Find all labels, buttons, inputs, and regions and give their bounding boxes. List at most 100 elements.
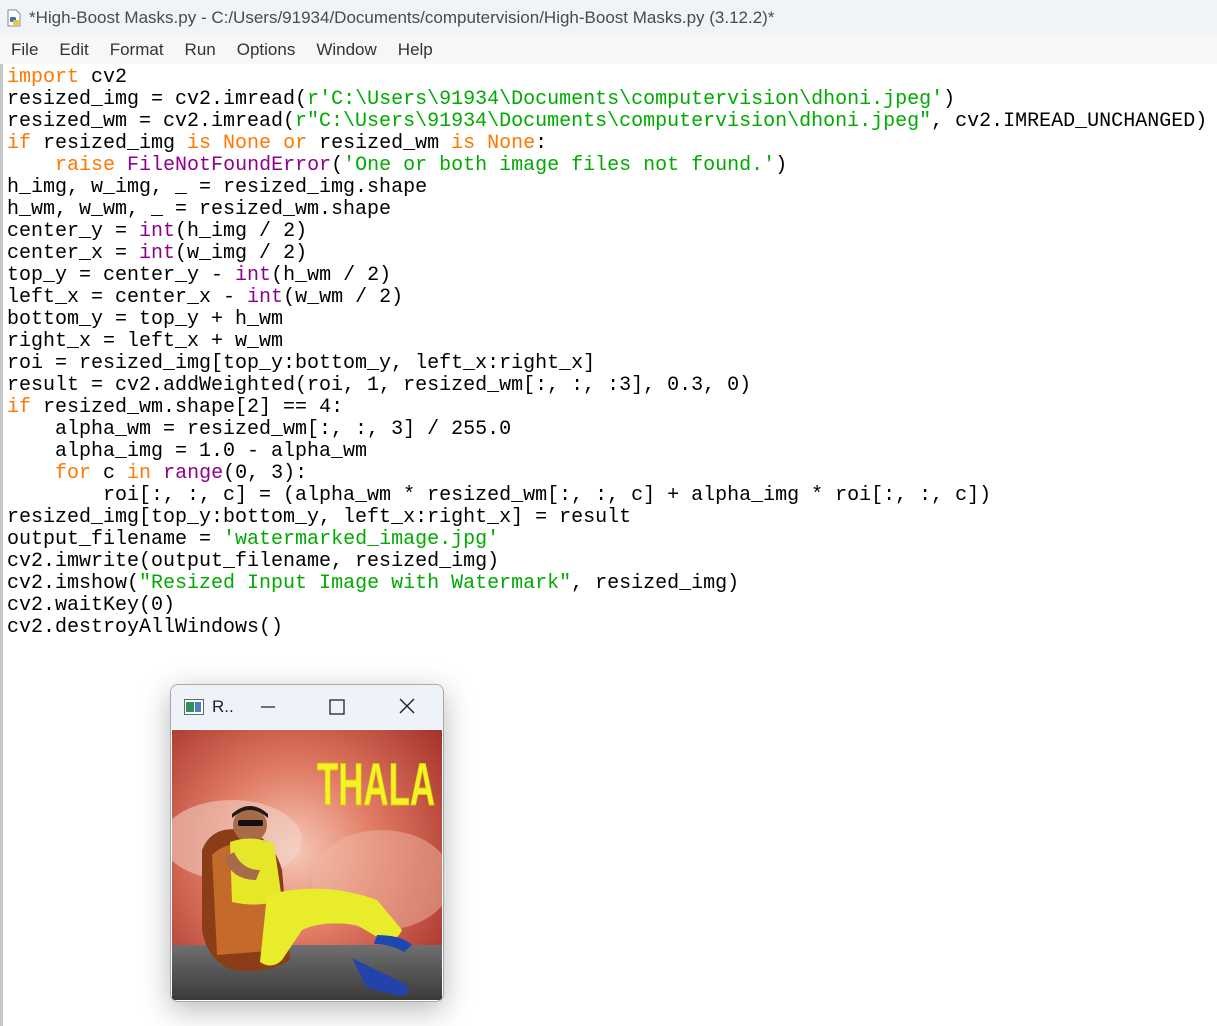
code-token: int (139, 242, 176, 265)
code-token: ( (331, 154, 344, 177)
opencv-image-window[interactable]: R.. THALA (170, 684, 444, 1002)
code-token: left_x = center_x - (7, 286, 248, 309)
menu-options[interactable]: Options (226, 40, 306, 60)
code-token: in (127, 462, 152, 485)
code-token: (w_wm / 2) (283, 286, 404, 309)
code-line[interactable]: alpha_wm = resized_wm[:, :, 3] / 255.0 (7, 419, 1207, 441)
code-line[interactable]: alpha_img = 1.0 - alpha_wm (7, 441, 1207, 463)
watermark-text: THALA (317, 751, 435, 818)
code-line[interactable]: roi = resized_img[top_y:bottom_y, left_x… (7, 353, 1207, 375)
code-token: center_x = (7, 242, 140, 265)
menu-edit[interactable]: Edit (48, 40, 98, 60)
code-token: int (235, 264, 272, 287)
code-line[interactable]: resized_wm = cv2.imread(r"C:\Users\91934… (7, 111, 1207, 133)
code-token: result = cv2.addWeighted(roi, 1, resized… (7, 374, 752, 397)
code-token: center_y = (7, 220, 140, 243)
minimize-button[interactable] (250, 693, 286, 721)
code-token: ) (943, 88, 956, 111)
code-line[interactable]: h_img, w_img, _ = resized_img.shape (7, 177, 1207, 199)
opencv-window-titlebar[interactable]: R.. (171, 685, 443, 729)
code-line[interactable]: raise FileNotFoundError('One or both ima… (7, 155, 1207, 177)
maximize-icon (329, 699, 345, 715)
code-token: FileNotFoundError (127, 154, 332, 177)
code-line[interactable]: result = cv2.addWeighted(roi, 1, resized… (7, 375, 1207, 397)
menu-file[interactable]: File (0, 40, 48, 60)
code-token: roi[:, :, c] = (alpha_wm * resized_wm[:,… (7, 484, 992, 507)
code-token: range (163, 462, 224, 485)
code-line[interactable]: resized_img = cv2.imread(r'C:\Users\9193… (7, 89, 1207, 111)
code-token: for (55, 462, 92, 485)
code-token: resized_wm (307, 132, 452, 155)
code-token: resized_img = cv2.imread( (7, 88, 308, 111)
code-token: import (7, 66, 80, 89)
code-line[interactable]: cv2.destroyAllWindows() (7, 617, 1207, 639)
window-title: *High-Boost Masks.py - C:/Users/91934/Do… (29, 8, 775, 27)
code-line[interactable]: resized_img[top_y:bottom_y, left_x:right… (7, 507, 1207, 529)
title-bar: *High-Boost Masks.py - C:/Users/91934/Do… (0, 0, 1217, 36)
code-token: r'C:\Users\91934\Documents\computervisio… (307, 88, 944, 111)
code-token: cv2.imshow( (7, 572, 140, 595)
code-token: cv2.waitKey(0) (7, 594, 176, 617)
code-token: resized_img (31, 132, 188, 155)
close-icon (399, 698, 415, 714)
code-token: cv2.imwrite(output_filename, resized_img… (7, 550, 500, 573)
code-token: h_wm, w_wm, _ = resized_wm.shape (7, 198, 392, 221)
code-token: top_y = center_y - (7, 264, 236, 287)
code-token: , cv2.IMREAD_UNCHANGED) (931, 110, 1208, 133)
code-line[interactable]: bottom_y = top_y + h_wm (7, 309, 1207, 331)
menu-help[interactable]: Help (387, 40, 443, 60)
code-token: c (91, 462, 128, 485)
python-file-icon (5, 9, 23, 27)
code-token: 'watermarked_image.jpg' (223, 528, 500, 551)
code-token: 'One or both image files not found.' (343, 154, 776, 177)
code-line[interactable]: left_x = center_x - int(w_wm / 2) (7, 287, 1207, 309)
code-token: cv2 (79, 66, 128, 89)
code-token: alpha_wm = resized_wm[:, :, 3] / 255.0 (7, 418, 512, 441)
code-token: : (535, 132, 548, 155)
code-line[interactable]: output_filename = 'watermarked_image.jpg… (7, 529, 1207, 551)
code-token: int (247, 286, 284, 309)
code-line[interactable]: center_y = int(h_img / 2) (7, 221, 1207, 243)
close-button[interactable] (389, 693, 425, 721)
code-token: roi = resized_img[top_y:bottom_y, left_x… (7, 352, 596, 375)
maximize-button[interactable] (319, 693, 355, 721)
code-line[interactable]: right_x = left_x + w_wm (7, 331, 1207, 353)
menu-window[interactable]: Window (305, 40, 386, 60)
code-line[interactable]: roi[:, :, c] = (alpha_wm * resized_wm[:,… (7, 485, 1207, 507)
code-line[interactable]: top_y = center_y - int(h_wm / 2) (7, 265, 1207, 287)
code-token: , resized_img) (571, 572, 740, 595)
opencv-window-icon (184, 699, 204, 715)
code-token: if (7, 132, 32, 155)
code-line[interactable]: if resized_img is None or resized_wm is … (7, 133, 1207, 155)
code-token: right_x = left_x + w_wm (7, 330, 284, 353)
code-line[interactable]: for c in range(0, 3): (7, 463, 1207, 485)
code-line[interactable]: h_wm, w_wm, _ = resized_wm.shape (7, 199, 1207, 221)
code-token: output_filename = (7, 528, 224, 551)
code-token: r"C:\Users\91934\Documents\computervisio… (295, 110, 932, 133)
minimize-icon (261, 706, 275, 708)
code-token: is None or (187, 132, 308, 155)
code-line[interactable]: if resized_wm.shape[2] == 4: (7, 397, 1207, 419)
code-token: "Resized Input Image with Watermark" (139, 572, 572, 595)
code-token: raise (55, 154, 116, 177)
menu-format[interactable]: Format (99, 40, 174, 60)
code-token: resized_wm = cv2.imread( (7, 110, 296, 133)
code-token: alpha_img = 1.0 - alpha_wm (7, 440, 368, 463)
opencv-window-title: R.. (212, 697, 234, 716)
code-token: (w_img / 2) (175, 242, 308, 265)
code-line[interactable]: cv2.imwrite(output_filename, resized_img… (7, 551, 1207, 573)
code-line[interactable]: cv2.waitKey(0) (7, 595, 1207, 617)
menu-run[interactable]: Run (174, 40, 226, 60)
code-line[interactable]: import cv2 (7, 67, 1207, 89)
code-line[interactable]: center_x = int(w_img / 2) (7, 243, 1207, 265)
code-token: (h_wm / 2) (271, 264, 392, 287)
code-token: resized_img[top_y:bottom_y, left_x:right… (7, 506, 632, 529)
code-token: if (7, 396, 32, 419)
code-line[interactable]: cv2.imshow("Resized Input Image with Wat… (7, 573, 1207, 595)
code-token: int (139, 220, 176, 243)
code-text[interactable]: import cv2 resized_img = cv2.imread(r'C:\… (7, 67, 1207, 639)
code-token: cv2.destroyAllWindows() (7, 616, 284, 639)
watermarked-image: THALA (172, 730, 442, 1000)
